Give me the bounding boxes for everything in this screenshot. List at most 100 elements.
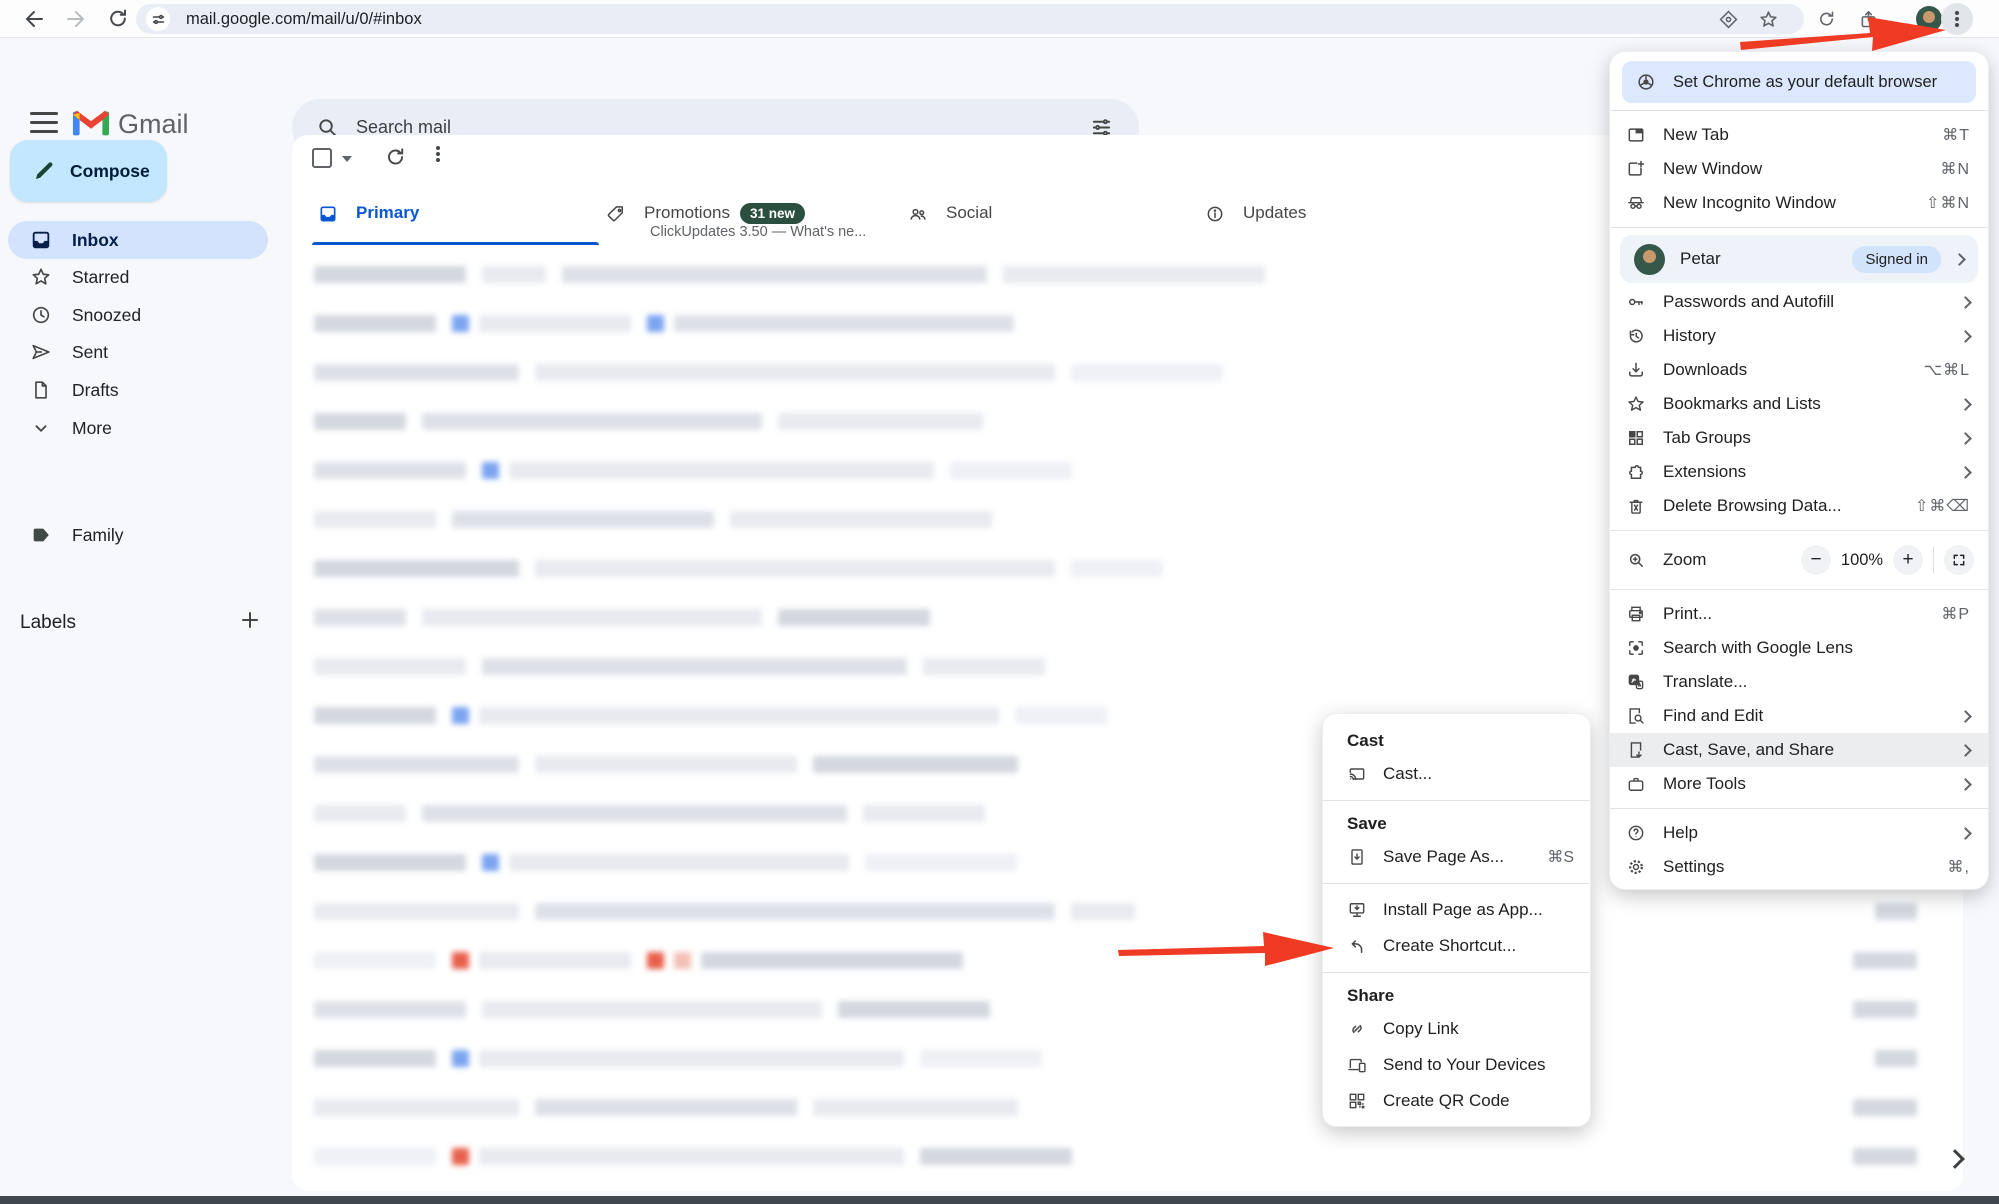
- menu-item-help[interactable]: Help: [1610, 816, 1988, 850]
- promotions-tag-icon: [606, 204, 626, 224]
- menu-item-install-page-as-app[interactable]: Install Page as App...: [1323, 892, 1590, 928]
- hamburger-menu-icon[interactable]: [30, 112, 58, 134]
- select-dropdown-icon[interactable]: [342, 156, 352, 162]
- sidebar-item-label: Inbox: [72, 230, 119, 251]
- sidebar-item-inbox[interactable]: Inbox: [8, 221, 268, 259]
- lens-icon: [1626, 638, 1646, 658]
- menu-item-find-and-edit[interactable]: Find and Edit: [1610, 699, 1988, 733]
- help-icon: [1626, 823, 1646, 843]
- page-share-icon: [1626, 740, 1646, 760]
- chevron-right-icon: [1959, 744, 1972, 757]
- print-icon: [1626, 604, 1646, 624]
- zoom-out-button[interactable]: −: [1801, 545, 1831, 575]
- menu-item-bookmarks[interactable]: Bookmarks and Lists: [1610, 387, 1988, 421]
- more-options-icon[interactable]: [436, 144, 440, 164]
- chevron-right-icon: [1959, 398, 1972, 411]
- menu-item-cast-save-share[interactable]: Cast, Save, and Share: [1610, 733, 1988, 767]
- gear-icon: [1626, 857, 1646, 877]
- create-shortcut-icon: [1347, 936, 1367, 956]
- sidebar-item-label: Drafts: [72, 380, 119, 401]
- sidebar-item-more[interactable]: More: [8, 409, 268, 447]
- key-icon: [1626, 292, 1646, 312]
- chevron-right-icon: [1959, 330, 1972, 343]
- menu-item-create-qr-code[interactable]: Create QR Code: [1323, 1083, 1590, 1119]
- briefcase-icon: [1626, 774, 1646, 794]
- menu-divider: [1323, 883, 1590, 884]
- send-icon: [30, 341, 52, 363]
- menu-item-extensions[interactable]: Extensions: [1610, 455, 1988, 489]
- menu-item-settings[interactable]: Settings ⌘,: [1610, 850, 1988, 884]
- menu-divider: [1610, 589, 1988, 590]
- sidebar-item-starred[interactable]: Starred: [8, 258, 268, 296]
- annotation-arrow-to-create-shortcut: [1118, 922, 1340, 974]
- zoom-level: 100%: [1831, 551, 1893, 570]
- menu-item-more-tools[interactable]: More Tools: [1610, 767, 1988, 801]
- menu-item-delete-browsing-data[interactable]: Delete Browsing Data... ⇧⌘⌫: [1610, 489, 1988, 523]
- sidebar-item-drafts[interactable]: Drafts: [8, 371, 268, 409]
- sidebar-item-label: Sent: [72, 342, 108, 363]
- tab-underline: [312, 242, 599, 245]
- chevron-right-icon: [1953, 253, 1966, 266]
- menu-item-print[interactable]: Print... ⌘P: [1610, 597, 1988, 631]
- email-row[interactable]: [292, 985, 1963, 1034]
- zoom-icon: [1626, 550, 1646, 570]
- window-bottom-edge: [0, 1196, 1999, 1204]
- menu-item-history[interactable]: History: [1610, 319, 1988, 353]
- email-row[interactable]: [292, 1034, 1963, 1083]
- back-icon[interactable]: [22, 7, 46, 31]
- chevron-right-icon: [1959, 827, 1972, 840]
- menu-item-new-window[interactable]: New Window ⌘N: [1610, 152, 1988, 186]
- menu-item-create-shortcut[interactable]: Create Shortcut...: [1323, 928, 1590, 964]
- menu-item-send-to-devices[interactable]: Send to Your Devices: [1323, 1047, 1590, 1083]
- forward-icon[interactable]: [64, 7, 88, 31]
- find-icon: [1626, 706, 1646, 726]
- menu-item-passwords[interactable]: Passwords and Autofill: [1610, 285, 1988, 319]
- menu-item-cast[interactable]: Cast...: [1323, 756, 1590, 792]
- tab-label: Social: [946, 203, 992, 223]
- sidebar-label-family[interactable]: Family: [8, 516, 268, 554]
- address-bar[interactable]: mail.google.com/mail/u/0/#inbox: [136, 4, 1804, 34]
- site-settings-icon[interactable]: [146, 7, 170, 31]
- menu-item-save-page-as[interactable]: Save Page As... ⌘S: [1323, 839, 1590, 875]
- save-page-icon: [1347, 847, 1367, 867]
- menu-divider: [1323, 800, 1590, 801]
- menu-item-copy-link[interactable]: Copy Link: [1323, 1011, 1590, 1047]
- sidebar-item-snoozed[interactable]: Snoozed: [8, 296, 268, 334]
- signed-in-badge: Signed in: [1852, 246, 1941, 273]
- url-text[interactable]: mail.google.com/mail/u/0/#inbox: [186, 4, 422, 34]
- menu-item-tab-groups[interactable]: Tab Groups: [1610, 421, 1988, 455]
- add-label-icon[interactable]: [238, 608, 262, 632]
- tab-primary[interactable]: Primary: [302, 183, 599, 245]
- email-row[interactable]: [292, 1083, 1963, 1132]
- social-people-icon: [908, 204, 928, 224]
- refresh-icon[interactable]: [384, 146, 407, 169]
- menu-item-new-tab[interactable]: New Tab ⌘T: [1610, 118, 1988, 152]
- menu-item-translate[interactable]: Translate...: [1610, 665, 1988, 699]
- annotation-arrow-to-menu-button: [1738, 6, 1956, 52]
- tab-updates[interactable]: Updates: [1195, 183, 1494, 245]
- select-all-checkbox[interactable]: [312, 148, 332, 168]
- menu-item-set-default-browser[interactable]: Set Chrome as your default browser: [1622, 61, 1976, 103]
- tab-promotions[interactable]: Promotions 31 new ClickUpdates 3.50 — Wh…: [599, 183, 896, 245]
- menu-item-google-lens[interactable]: Search with Google Lens: [1610, 631, 1988, 665]
- menu-divider: [1610, 808, 1988, 809]
- tab-social[interactable]: Social: [896, 183, 1195, 245]
- chevron-down-icon: [30, 417, 52, 439]
- chevron-right-icon: [1959, 710, 1972, 723]
- menu-item-downloads[interactable]: Downloads ⌥⌘L: [1610, 353, 1988, 387]
- menu-item-profile[interactable]: Petar Signed in: [1620, 235, 1978, 283]
- sidebar-item-sent[interactable]: Sent: [8, 333, 268, 371]
- reload-icon[interactable]: [106, 7, 130, 31]
- download-icon: [1626, 360, 1646, 380]
- fullscreen-button[interactable]: [1944, 545, 1974, 575]
- compose-button[interactable]: Compose: [10, 140, 167, 202]
- tab-label: Updates: [1243, 203, 1306, 223]
- updates-info-icon: [1205, 204, 1225, 224]
- compose-label: Compose: [70, 161, 150, 182]
- zoom-in-button[interactable]: +: [1893, 545, 1923, 575]
- menu-item-new-incognito-window[interactable]: New Incognito Window ⇧⌘N: [1610, 186, 1988, 220]
- email-row[interactable]: [292, 1132, 1963, 1181]
- menu-divider: [1610, 110, 1988, 111]
- clock-icon: [30, 304, 52, 326]
- sidebar-item-label: Family: [72, 525, 124, 546]
